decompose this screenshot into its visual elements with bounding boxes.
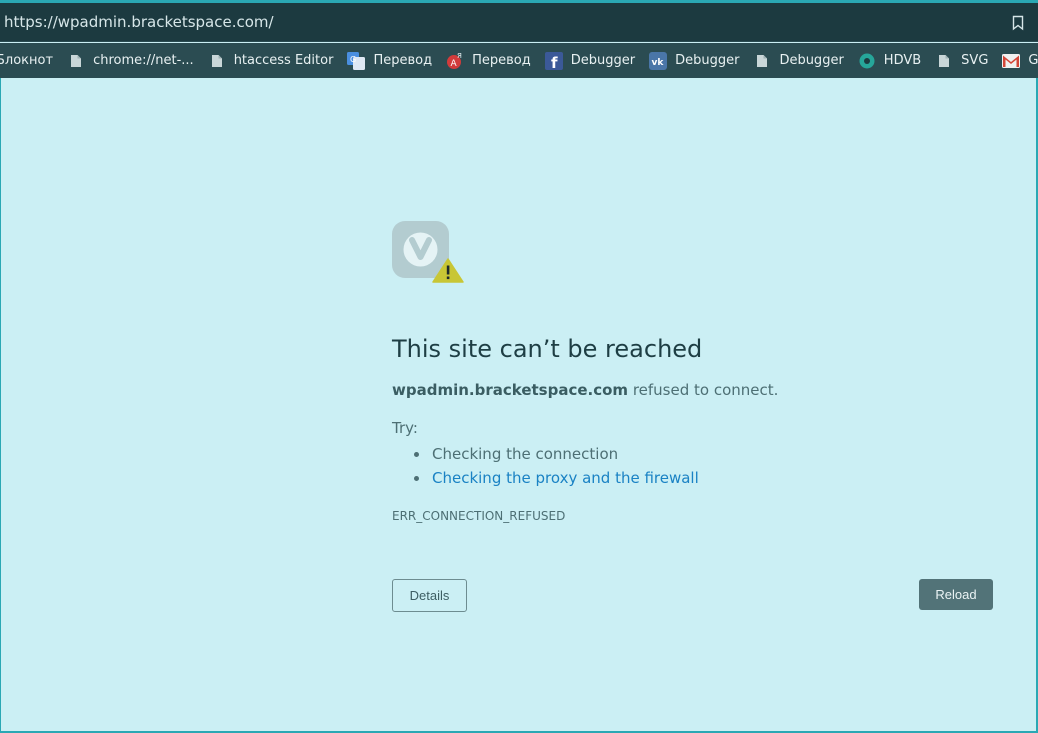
- bookmark-label: htaccess Editor: [233, 53, 334, 68]
- bookmark-debugger-vk[interactable]: vk Debugger: [649, 43, 739, 78]
- bookmark-label: chrome://net-...: [93, 53, 194, 68]
- bookmark-label: SVG: [961, 53, 989, 68]
- svg-text:vk: vk: [652, 58, 665, 68]
- svg-text:A: A: [451, 59, 458, 69]
- window-left-border: [0, 78, 1, 733]
- error-host: wpadmin.bracketspace.com: [392, 381, 629, 399]
- page-icon: [208, 52, 226, 70]
- google-translate-icon: G: [347, 51, 366, 70]
- suggestions-list: Checking the connection Checking the pro…: [392, 442, 993, 490]
- bookmark-htaccess-editor[interactable]: htaccess Editor: [208, 43, 334, 78]
- error-code: ERR_CONNECTION_REFUSED: [392, 509, 566, 523]
- bookmark-hdvb[interactable]: HDVB: [858, 43, 921, 78]
- bookmark-label: Debugger: [675, 53, 740, 68]
- page-icon: [753, 52, 771, 70]
- details-button[interactable]: Details: [392, 579, 467, 612]
- bookmark-label: Блокнот: [0, 53, 54, 68]
- bookmark-label: Debugger: [779, 53, 844, 68]
- error-message: refused to connect.: [628, 381, 779, 399]
- vivaldi-warning-icon: [392, 221, 464, 283]
- bookmark-label: Перевод: [472, 53, 531, 68]
- bookmark-label: HDVB: [883, 53, 922, 68]
- bookmark-icon[interactable]: [1012, 15, 1024, 31]
- circle-icon: [858, 52, 876, 70]
- try-label: Try:: [392, 419, 418, 437]
- bookmark-label: Debugger: [570, 53, 636, 68]
- error-description: wpadmin.bracketspace.com refused to conn…: [392, 381, 993, 399]
- error-page: This site can’t be reached wpadmin.brack…: [392, 221, 993, 613]
- svg-text:G: G: [350, 55, 356, 64]
- button-row: Details Reload: [392, 579, 993, 613]
- bookmark-label: Go: [1028, 53, 1038, 68]
- gmail-icon: [1002, 52, 1021, 70]
- facebook-icon: f: [544, 51, 563, 70]
- error-title: This site can’t be reached: [392, 335, 703, 363]
- page-icon: [67, 52, 85, 70]
- bookmark-perevod[interactable]: AЯ Перевод: [446, 43, 531, 78]
- bookmarks-bar: Блокнот chrome://net-... htaccess Editor…: [0, 43, 1038, 78]
- svg-text:f: f: [551, 54, 558, 70]
- bookmark-chrome-net[interactable]: chrome://net-...: [67, 43, 194, 78]
- svg-text:Я: Я: [457, 52, 462, 60]
- reload-button[interactable]: Reload: [919, 579, 993, 610]
- translate-icon: AЯ: [446, 52, 464, 70]
- bookmark-debugger-facebook[interactable]: f Debugger: [544, 43, 636, 78]
- bookmark-gmail[interactable]: Go: [1002, 43, 1038, 78]
- suggestion-check-proxy-link[interactable]: Checking the proxy and the firewall: [414, 466, 993, 490]
- page-icon: [935, 52, 953, 70]
- vk-icon: vk: [649, 51, 668, 70]
- bookmark-perevod-google[interactable]: G Перевод: [347, 43, 432, 78]
- url-field[interactable]: https://wpadmin.bracketspace.com/: [0, 13, 274, 31]
- address-bar[interactable]: https://wpadmin.bracketspace.com/: [0, 3, 1038, 42]
- bookmark-svg[interactable]: SVG: [935, 43, 988, 78]
- bookmark-bloknot[interactable]: Блокнот: [0, 43, 53, 78]
- suggestion-check-connection: Checking the connection: [414, 442, 993, 466]
- bookmark-debugger[interactable]: Debugger: [753, 43, 844, 78]
- bookmark-label: Перевод: [373, 53, 433, 68]
